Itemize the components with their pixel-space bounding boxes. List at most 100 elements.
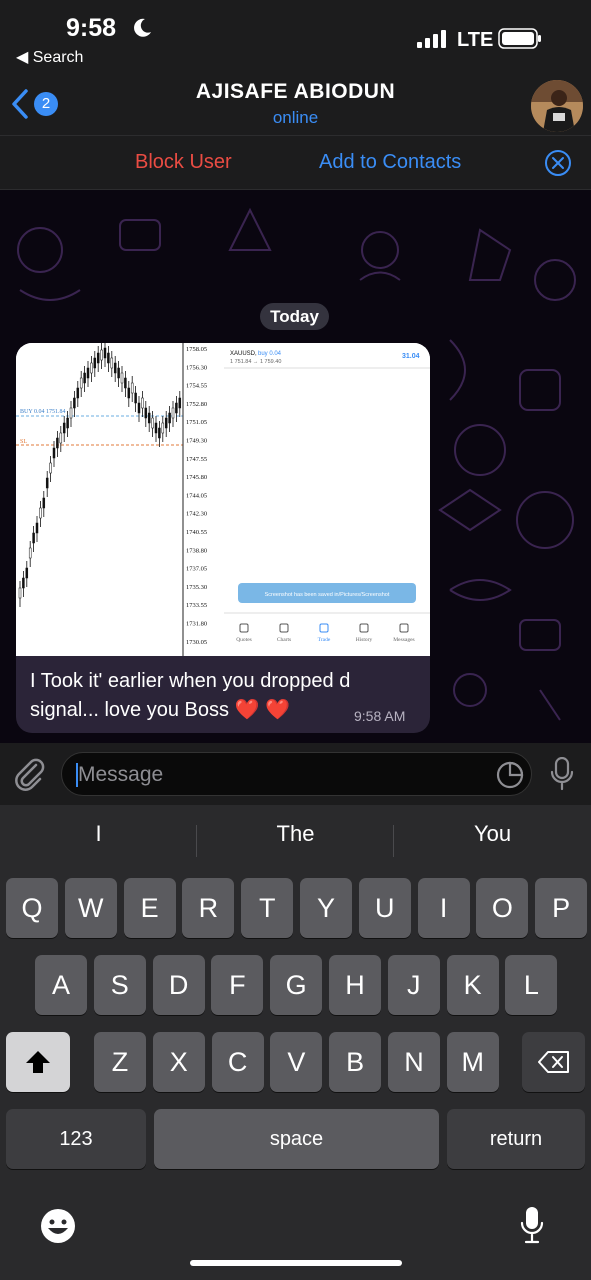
key-u[interactable]: U (358, 878, 411, 938)
shift-key[interactable] (6, 1032, 70, 1092)
candle-body (69, 407, 73, 419)
message-time: 9:58 AM (354, 708, 406, 724)
home-indicator[interactable] (190, 1260, 402, 1266)
message-placeholder: Message (78, 763, 164, 786)
message-image[interactable]: BUY 0.04 1751.84 SL 1758.05 1756.30 1754.5… (16, 343, 430, 656)
block-user-button[interactable]: Block User (135, 151, 232, 174)
key-m[interactable]: M (446, 1032, 499, 1092)
back-to-app-link[interactable]: ◀ Search (16, 47, 83, 67)
candle-body (164, 417, 168, 429)
key-o[interactable]: O (476, 878, 529, 938)
candle-body (42, 497, 46, 509)
trade-symbol: XAUUSD, (230, 351, 257, 357)
suggestion-2[interactable]: The (197, 821, 394, 847)
signal-icon (417, 30, 446, 48)
paperclip-icon[interactable] (14, 757, 46, 791)
price-tick-label: 1754.55 (186, 383, 207, 390)
key-v[interactable]: V (270, 1032, 323, 1092)
candle-body (86, 367, 90, 379)
price-tick-label: 1735.30 (186, 584, 207, 591)
key-t[interactable]: T (241, 878, 294, 938)
candle-body (83, 372, 86, 384)
dictation-microphone-icon[interactable] (520, 1205, 544, 1245)
chat-area[interactable]: Today BUY 0.04 1751.84 SL 1758.05 1756.30… (0, 190, 591, 743)
key-c[interactable]: C (211, 1032, 264, 1092)
key-b[interactable]: B (329, 1032, 382, 1092)
candle-body (113, 362, 117, 374)
key-r[interactable]: R (182, 878, 235, 938)
date-separator: Today (260, 303, 329, 330)
backspace-key[interactable] (522, 1032, 585, 1092)
message-input[interactable]: Message (61, 752, 532, 796)
key-y[interactable]: Y (300, 878, 352, 938)
key-n[interactable]: N (388, 1032, 440, 1092)
price-tick-label: 1730.05 (186, 639, 207, 646)
price-tick-label: 1731.80 (186, 621, 207, 628)
candle-body (158, 427, 161, 439)
emoji-icon[interactable] (40, 1208, 76, 1244)
price-tick-label: 1738.80 (186, 547, 207, 554)
key-d[interactable]: D (152, 955, 205, 1015)
contact-name[interactable]: AJISAFE ABIODUN (0, 80, 591, 104)
key-l[interactable]: L (505, 955, 558, 1015)
buy-line-label: BUY 0.04 1751.84 (20, 409, 65, 415)
space-key[interactable]: space (154, 1109, 439, 1169)
return-key[interactable]: return (447, 1109, 585, 1169)
status-bar: 9:58 ◀ Search LTE (0, 0, 591, 70)
candle-body (171, 407, 175, 419)
close-icon[interactable] (544, 149, 572, 177)
candle-body (73, 397, 76, 409)
suggestion-1[interactable]: I (0, 821, 197, 847)
candle-body (49, 462, 52, 474)
key-k[interactable]: K (446, 955, 499, 1015)
key-x[interactable]: X (152, 1032, 205, 1092)
trade-prices: 1 751.84 → 1 759.40 (230, 359, 281, 365)
trade-tab-label: Charts (277, 637, 291, 643)
price-tick-label: 1756.30 (186, 364, 207, 371)
candle-body (76, 387, 80, 399)
chat-header: 2 AJISAFE ABIODUN online (0, 70, 591, 136)
candle-body (168, 412, 171, 424)
trade-tab-label: Trade (318, 637, 331, 643)
candle-body (93, 357, 97, 369)
status-time: 9:58 (66, 14, 117, 42)
trade-tab-label: Messages (393, 637, 414, 643)
key-q[interactable]: Q (6, 878, 58, 938)
key-j[interactable]: J (387, 955, 440, 1015)
key-a[interactable]: A (35, 955, 87, 1015)
key-i[interactable]: I (417, 878, 470, 938)
price-tick-label: 1742.30 (186, 511, 207, 518)
candle-body (103, 347, 107, 359)
price-tick-label: 1747.55 (186, 456, 207, 463)
key-w[interactable]: W (64, 878, 117, 938)
numbers-key[interactable]: 123 (6, 1109, 146, 1169)
key-p[interactable]: P (535, 878, 588, 938)
contact-action-bar: Block User Add to Contacts (0, 136, 591, 190)
candle-body (154, 422, 158, 434)
key-g[interactable]: G (270, 955, 323, 1015)
candle-body (127, 387, 131, 399)
sticker-icon[interactable] (496, 761, 524, 789)
candle-body (124, 377, 127, 389)
suggestion-3[interactable]: You (394, 821, 591, 847)
candle-body (100, 349, 103, 361)
price-tick-label: 1744.05 (186, 492, 207, 499)
candle-body (59, 432, 63, 444)
candle-body (96, 352, 100, 364)
key-e[interactable]: E (123, 878, 176, 938)
candle-body (161, 422, 165, 434)
avatar[interactable] (531, 80, 583, 132)
candlestick-chart: BUY 0.04 1751.84 SL 1758.05 1756.30 1754.5… (16, 343, 222, 656)
microphone-icon[interactable] (550, 757, 574, 791)
key-z[interactable]: Z (94, 1032, 146, 1092)
key-s[interactable]: S (93, 955, 146, 1015)
candle-body (147, 412, 151, 424)
candle-body (32, 532, 35, 544)
candle-body (79, 377, 83, 389)
key-h[interactable]: H (329, 955, 381, 1015)
key-f[interactable]: F (211, 955, 264, 1015)
keyboard: I The You QWERTYUIOPASDFGHJKLZXCVBNM 123… (0, 805, 591, 1280)
add-to-contacts-button[interactable]: Add to Contacts (319, 151, 461, 174)
trade-panel: XAUUSD, buy 0.04 1 751.84 → 1 759.40 31.… (224, 343, 430, 656)
message-bubble[interactable]: BUY 0.04 1751.84 SL 1758.05 1756.30 1754.5… (16, 343, 430, 733)
